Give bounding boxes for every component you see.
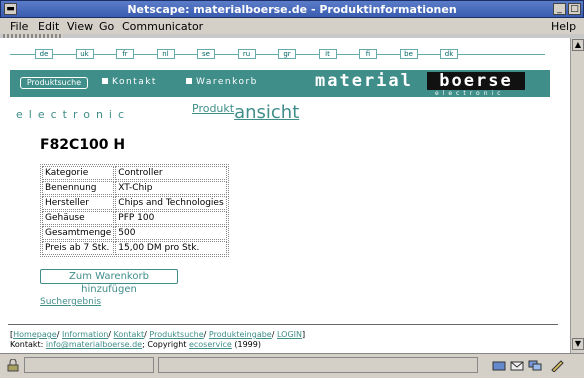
footer-link[interactable]: Produktsuche <box>149 330 203 339</box>
language-link[interactable]: uk <box>75 49 94 59</box>
page-heading-small: Produkt <box>192 102 235 115</box>
page-heading: Produktansicht <box>192 102 299 123</box>
square-bullet-icon <box>186 78 192 84</box>
scroll-down-icon[interactable]: ▼ <box>572 338 584 350</box>
section-label: electronic <box>16 108 131 121</box>
language-link[interactable]: it <box>318 49 337 59</box>
row-key: Gehäuse <box>42 211 115 225</box>
site-logo[interactable]: material boerse electronic <box>315 70 525 97</box>
window-titlebar: ▬ Netscape: materialboerse.de - Produkti… <box>0 0 584 18</box>
kontakt-label: Kontakt <box>112 77 157 87</box>
footer-link[interactable]: Homepage <box>13 330 57 339</box>
language-link[interactable]: nl <box>156 49 175 59</box>
row-key: Gesamtmenge <box>42 226 115 240</box>
copyright-year: (1999) <box>231 340 261 349</box>
footer-nav: [Homepage/ Information/ Kontakt/ Produkt… <box>10 330 306 339</box>
footer-link[interactable]: LOGIN <box>277 330 302 339</box>
language-link[interactable]: be <box>399 49 418 59</box>
contact-label: Kontakt: <box>10 340 46 349</box>
mail-icon[interactable] <box>510 359 524 372</box>
window-title: Netscape: materialboerse.de - Produktinf… <box>127 3 457 16</box>
row-key: Preis ab 7 Stk. <box>42 241 115 255</box>
logo-box-text: boerse <box>427 72 525 90</box>
product-name: F82C100 H <box>40 137 126 153</box>
row-value: Chips and Technologies <box>115 196 227 210</box>
row-key: Kategorie <box>42 166 115 180</box>
language-link[interactable]: fr <box>116 49 134 59</box>
row-value: XT-Chip <box>115 181 227 195</box>
menu-file[interactable]: File <box>10 20 28 33</box>
table-row: Benennung XT-Chip <box>42 181 227 195</box>
logo-sub-text: electronic <box>435 90 505 97</box>
maximize-icon[interactable]: □ <box>568 3 581 15</box>
language-link[interactable]: de <box>35 49 53 59</box>
language-link[interactable]: ru <box>237 49 256 59</box>
vertical-scrollbar[interactable]: ▲ ▼ <box>570 38 584 353</box>
footer-link[interactable]: Information <box>62 330 108 339</box>
composer-icon[interactable] <box>550 359 564 372</box>
footer-link[interactable]: Kontakt <box>114 330 145 339</box>
page-viewport: de uk fr nl se ru gr it fi be dk Produktsuche Kont… <box>0 38 570 353</box>
square-bullet-icon <box>102 78 108 84</box>
progress-field <box>24 357 154 373</box>
product-info-table: Kategorie Controller Benennung XT-Chip Herst… <box>40 164 229 257</box>
menu-go[interactable]: Go <box>99 20 114 33</box>
minimize-icon[interactable]: _ <box>553 3 566 15</box>
language-link[interactable]: fi <box>359 49 377 59</box>
language-link[interactable]: dk <box>440 49 458 59</box>
page-heading-large: ansicht <box>234 102 300 123</box>
copyright-label: ; Copyright <box>142 340 189 349</box>
suchergebnis-link[interactable]: Suchergebnis <box>40 297 101 307</box>
row-value: 15,00 DM pro Stk. <box>115 241 227 255</box>
table-row: Kategorie Controller <box>42 166 227 180</box>
warenkorb-label: Warenkorb <box>196 77 258 87</box>
row-value: PFP 100 <box>115 211 227 225</box>
menu-communicator[interactable]: Communicator <box>122 20 203 33</box>
warenkorb-link[interactable]: Warenkorb <box>186 77 258 87</box>
menu-edit[interactable]: Edit <box>38 20 59 33</box>
kontakt-link[interactable]: Kontakt <box>102 77 157 87</box>
logo-main-text: material <box>315 71 413 91</box>
table-row: Gehäuse PFP 100 <box>42 211 227 225</box>
footer-divider <box>8 324 558 325</box>
add-to-cart-button[interactable]: Zum Warenkorb hinzufügen <box>40 269 178 295</box>
language-link[interactable]: gr <box>278 49 296 59</box>
produktsuche-button[interactable]: Produktsuche <box>20 77 88 89</box>
table-row: Preis ab 7 Stk. 15,00 DM pro Stk. <box>42 241 227 255</box>
language-link[interactable]: se <box>197 49 215 59</box>
site-navbar: Produktsuche Kontakt Warenkorb material … <box>10 70 550 97</box>
table-row: Hersteller Chips and Technologies <box>42 196 227 210</box>
navigator-icon[interactable] <box>492 359 506 372</box>
company-link[interactable]: ecoservice <box>189 340 232 349</box>
email-link[interactable]: info@materialboerse.de <box>46 340 142 349</box>
footer-link[interactable]: Produkteingabe <box>209 330 272 339</box>
table-row: Gesamtmenge 500 <box>42 226 227 240</box>
discussions-icon[interactable] <box>528 359 542 372</box>
footer-contact: Kontakt: info@materialboerse.de; Copyrig… <box>10 340 261 349</box>
menu-view[interactable]: View <box>67 20 93 33</box>
row-value: Controller <box>115 166 227 180</box>
menubar: File Edit View Go Communicator Help <box>0 18 584 34</box>
row-value: 500 <box>115 226 227 240</box>
status-text-field <box>158 357 478 373</box>
row-key: Benennung <box>42 181 115 195</box>
security-lock-icon[interactable] <box>6 359 20 372</box>
scroll-up-icon[interactable]: ▲ <box>572 39 584 51</box>
menu-help[interactable]: Help <box>551 20 576 33</box>
status-bar <box>0 353 584 378</box>
row-key: Hersteller <box>42 196 115 210</box>
